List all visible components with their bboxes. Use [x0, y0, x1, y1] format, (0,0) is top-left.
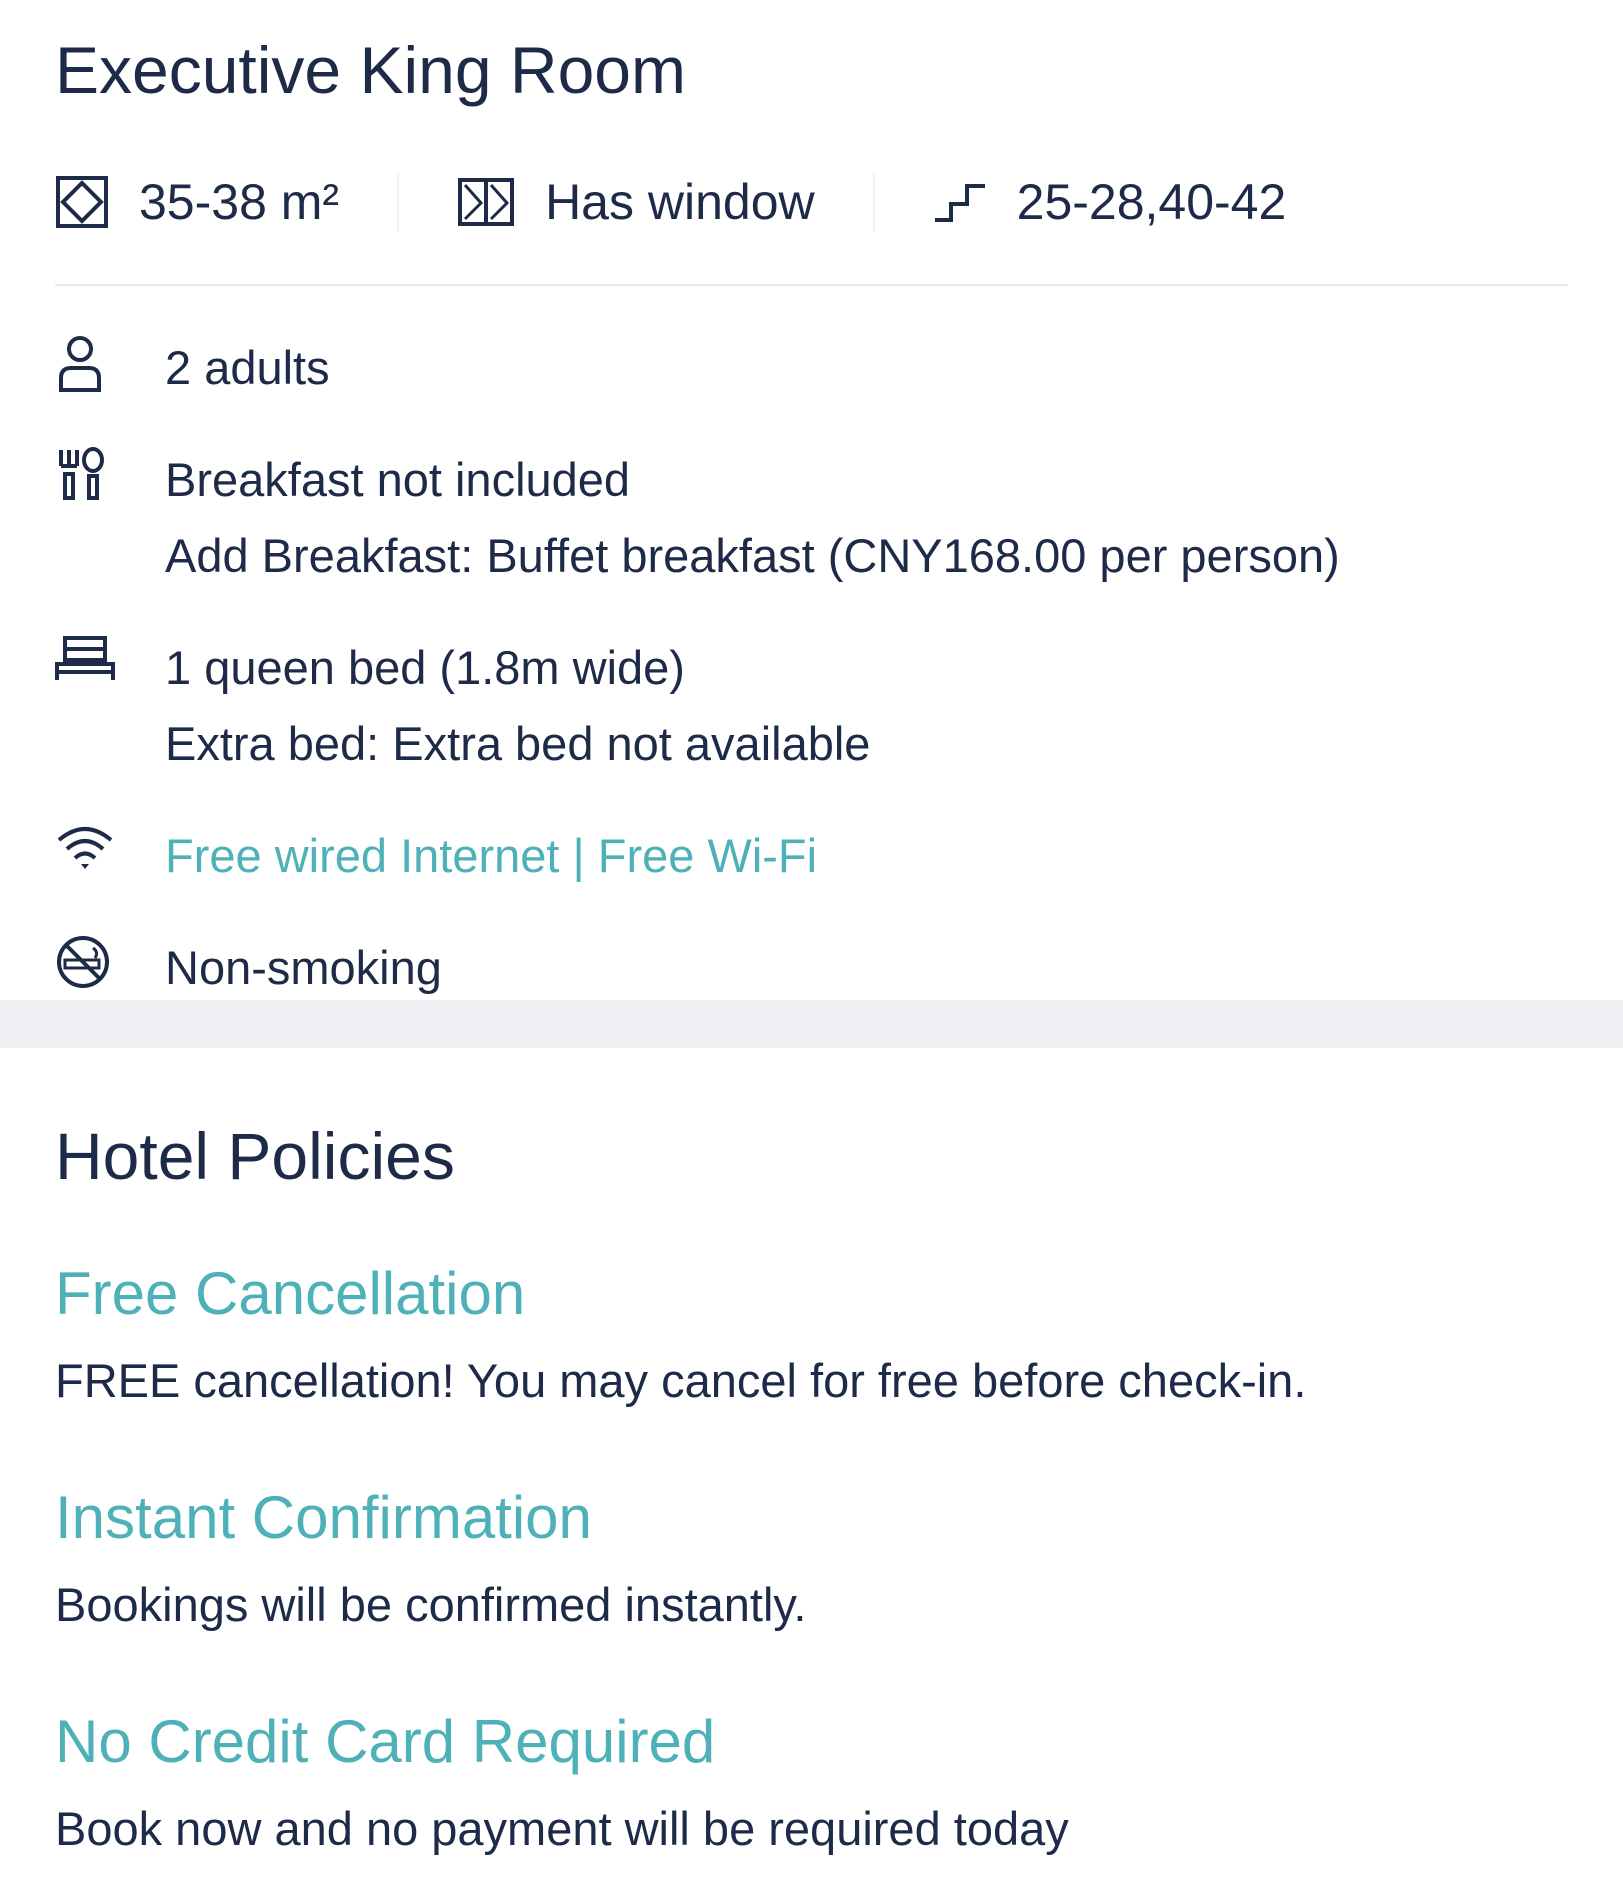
- extra-bed-text: Extra bed: Extra bed not available: [165, 717, 871, 770]
- spec-divider: [872, 173, 875, 231]
- policy-heading: Instant Confirmation: [55, 1484, 592, 1551]
- floor-stairs-icon: [934, 184, 985, 222]
- bed-icon: [55, 636, 115, 680]
- area-icon: [56, 176, 108, 228]
- hotel-policies: Hotel Policies Free Cancellation FREE ca…: [0, 1048, 1623, 1860]
- room-specs: 35-38 m² Has window 25-28,40-42: [55, 172, 1568, 232]
- dining-icon: [59, 447, 104, 500]
- room-title: Executive King Room: [55, 33, 686, 107]
- policy-heading: No Credit Card Required: [55, 1708, 716, 1775]
- policies-title: Hotel Policies: [55, 1119, 455, 1193]
- facility-smoking: Non-smoking: [55, 930, 1568, 1006]
- bed-text: 1 queen bed (1.8m wide): [165, 641, 685, 694]
- room-details: Executive King Room 35-38 m² Has window: [0, 0, 1623, 1000]
- person-icon: [59, 336, 101, 392]
- facility-bed: 1 queen bed (1.8m wide) Extra bed: Extra…: [55, 630, 1568, 782]
- occupancy-text: 2 adults: [165, 341, 330, 394]
- facility-internet: Free wired Internet | Free Wi-Fi: [55, 818, 1568, 894]
- breakfast-text: Breakfast not included: [165, 453, 631, 506]
- spec-area: 35-38 m²: [55, 173, 339, 231]
- section-divider: [55, 284, 1568, 286]
- spec-divider: [397, 173, 400, 231]
- policy-item-cancellation: Free Cancellation FREE cancellation! You…: [55, 1258, 1568, 1412]
- spec-area-label: 35-38 m²: [139, 174, 340, 230]
- smoking-text: Non-smoking: [165, 941, 442, 994]
- facility-occupancy: 2 adults: [55, 330, 1568, 406]
- spec-window: Has window: [457, 173, 815, 231]
- spec-window-label: Has window: [545, 174, 815, 230]
- breakfast-addon-text: Add Breakfast: Buffet breakfast (CNY168.…: [165, 529, 1340, 582]
- window-icon: [458, 178, 515, 226]
- policy-item-confirmation: Instant Confirmation Bookings will be co…: [55, 1482, 1568, 1636]
- spec-floor-label: 25-28,40-42: [1016, 174, 1287, 230]
- internet-link[interactable]: Free wired Internet | Free Wi-Fi: [165, 818, 817, 894]
- policy-description: FREE cancellation! You may cancel for fr…: [55, 1354, 1307, 1407]
- spec-floor: 25-28,40-42: [933, 173, 1287, 231]
- no-smoking-icon: [57, 936, 109, 988]
- policy-item-no-credit-card: No Credit Card Required Book now and no …: [55, 1706, 1568, 1860]
- policy-description: Book now and no payment will be required…: [55, 1802, 1069, 1855]
- policy-description: Bookings will be confirmed instantly.: [55, 1578, 807, 1631]
- wifi-icon: [57, 827, 113, 869]
- room-facilities: 2 adults Breakfast not included Add Brea…: [55, 330, 1568, 1006]
- policy-heading: Free Cancellation: [55, 1260, 526, 1327]
- section-separator: [0, 1000, 1623, 1048]
- facility-breakfast: Breakfast not included Add Breakfast: Bu…: [55, 442, 1568, 594]
